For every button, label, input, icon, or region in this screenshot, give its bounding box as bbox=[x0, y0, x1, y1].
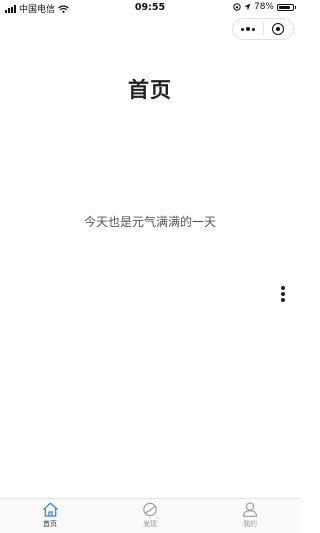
planet-icon bbox=[143, 502, 157, 517]
capsule-menu bbox=[232, 18, 294, 40]
more-button[interactable] bbox=[280, 286, 286, 302]
page-title: 首页 bbox=[128, 78, 172, 102]
battery-icon bbox=[277, 3, 296, 11]
target-circle-icon bbox=[272, 23, 285, 35]
location-arrow-icon bbox=[244, 3, 251, 11]
battery-percent: 78% bbox=[253, 2, 274, 12]
capsule-close-button[interactable] bbox=[264, 19, 294, 39]
tab-home-label: 首页 bbox=[43, 520, 57, 528]
tab-bar: 首页 发现 我的 bbox=[0, 498, 300, 533]
user-icon bbox=[242, 502, 258, 517]
status-bar: 中国电信 09:55 78% bbox=[0, 0, 300, 16]
status-right: 78% bbox=[233, 2, 296, 12]
tab-discover[interactable]: 发现 bbox=[100, 499, 200, 533]
battery-fill bbox=[279, 5, 290, 9]
capsule-more-button[interactable] bbox=[233, 19, 263, 39]
tab-discover-label: 发现 bbox=[143, 520, 157, 528]
rotation-lock-icon bbox=[233, 3, 241, 11]
welcome-text: 今天也是元气满满的一天 bbox=[83, 215, 216, 229]
home-icon bbox=[42, 502, 58, 517]
tab-mine[interactable]: 我的 bbox=[200, 499, 300, 533]
tab-mine-label: 我的 bbox=[243, 520, 257, 528]
vertical-dots-icon bbox=[281, 286, 285, 290]
more-dots-icon bbox=[240, 27, 255, 31]
tab-home[interactable]: 首页 bbox=[0, 499, 100, 533]
screen: 中国电信 09:55 78% 首页 今天也是元气满满的一天 首页 发现 我的 bbox=[0, 0, 300, 533]
